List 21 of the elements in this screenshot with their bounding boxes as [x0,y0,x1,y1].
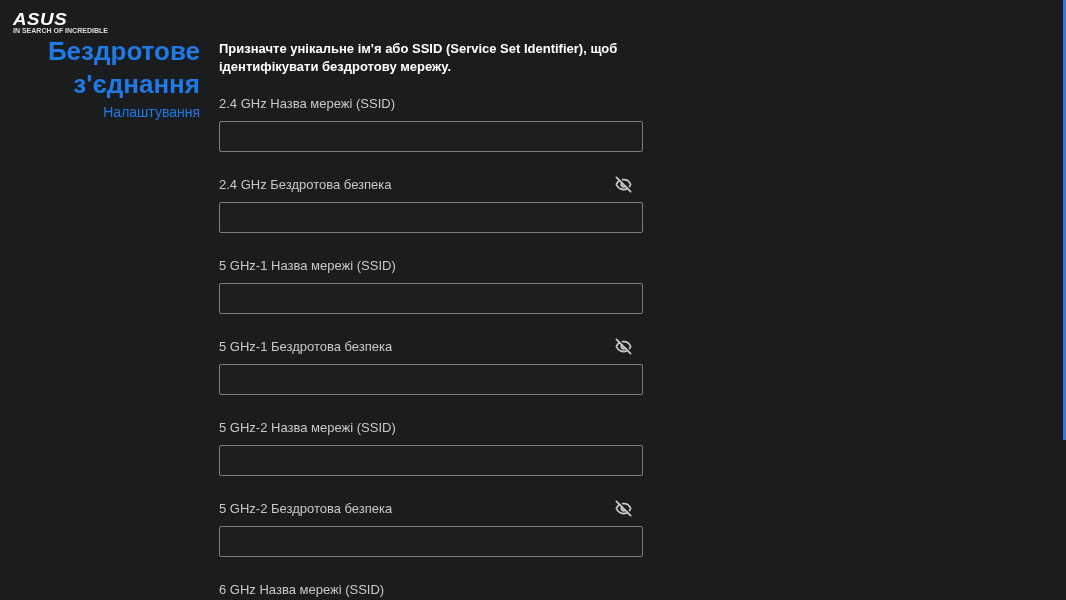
input-field[interactable] [219,445,643,476]
logo-wordmark: ASUS [13,12,68,27]
field-label: 5 GHz-1 Назва мережі (SSID) [219,257,396,273]
field-label: 6 GHz Назва мережі (SSID) [219,581,385,597]
field-label: 5 GHz-2 Назва мережі (SSID) [219,419,396,435]
password-field[interactable] [219,364,643,395]
page-title: Бездротове з'єднання [46,35,200,101]
field-label: 5 GHz-1 Бездротова безпека [219,338,393,354]
password-field[interactable] [219,202,643,233]
scrollbar-thumb[interactable] [1063,0,1066,440]
password-field[interactable] [219,526,643,557]
eye-off-icon[interactable] [615,175,632,193]
field-label: 2.4 GHz Бездротова безпека [219,176,392,192]
eye-off-icon[interactable] [615,499,632,517]
field-label: 2.4 GHz Назва мережі (SSID) [219,95,395,111]
page-subtitle: Налаштування [103,104,200,120]
input-field[interactable] [219,121,643,152]
description: Призначте унікальне ім'я або SSID (Service Set Identifier), щоб ідентифікувати бездротову мережу. [219,40,619,76]
input-field[interactable] [219,283,643,314]
field-label: 5 GHz-2 Бездротова безпека [219,500,393,516]
eye-off-icon[interactable] [615,337,632,355]
